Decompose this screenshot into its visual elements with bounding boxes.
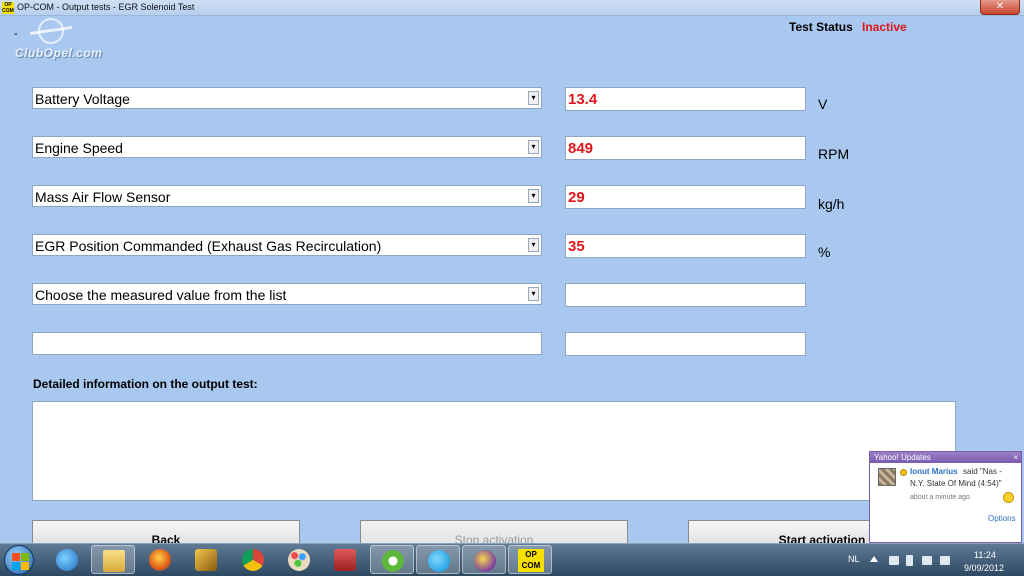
measurement-unit-3: kg/h	[818, 196, 845, 212]
measurement-select-3[interactable]: Mass Air Flow Sensor ▾	[32, 185, 542, 207]
opcom-icon[interactable]: OP COM	[508, 545, 552, 574]
start-quad-icon	[21, 562, 29, 570]
measurement-select-2[interactable]: Engine Speed ▾	[32, 136, 542, 158]
skype-icon[interactable]	[416, 545, 460, 574]
measurement-value-4-text: 35	[568, 238, 585, 255]
measurement-select-1-label: Battery Voltage	[35, 91, 130, 107]
yahoo-popup-header: Yahoo! Updates ×	[870, 452, 1021, 463]
measurement-value-2-text: 849	[568, 140, 594, 157]
yahoo-messenger-logo-icon	[474, 550, 496, 572]
show-hidden-icons-icon[interactable]	[870, 556, 878, 562]
utorrent-logo-icon	[382, 550, 404, 572]
measurement-select-4[interactable]: EGR Position Commanded (Exhaust Gas Reci…	[32, 234, 542, 256]
windows-start-icon[interactable]	[4, 545, 34, 575]
popup-said-text: said "Nas -	[963, 467, 1002, 476]
clock-date[interactable]: 9/09/2012	[964, 563, 1004, 573]
empty-value-field	[565, 332, 806, 356]
dropdown-arrow-icon[interactable]: ▾	[528, 140, 539, 154]
start-quad-icon	[21, 553, 29, 561]
measurement-unit-4: %	[818, 244, 831, 260]
measurement-unit-2: RPM	[818, 146, 850, 162]
measurement-unit-1: V	[818, 96, 828, 112]
clock-time[interactable]: 11:24	[974, 550, 996, 560]
detail-info-area[interactable]	[32, 401, 956, 501]
online-status-icon	[900, 469, 907, 476]
utorrent-icon[interactable]	[370, 545, 414, 574]
chrome-icon[interactable]	[231, 545, 275, 574]
flag-icon[interactable]	[889, 556, 899, 565]
dropdown-arrow-icon[interactable]: ▾	[528, 91, 539, 105]
start-quad-icon	[12, 562, 20, 570]
opcom-taskbar-badge: OP COM	[518, 549, 544, 572]
measurement-select-5-label: Choose the measured value from the list	[35, 287, 287, 303]
measurement-select-1[interactable]: Battery Voltage ▾	[32, 87, 542, 109]
chrome-logo-icon	[242, 549, 264, 571]
media-logo-icon	[334, 549, 356, 571]
measurement-value-2: 849	[565, 136, 806, 160]
internet-explorer-icon[interactable]	[45, 545, 89, 574]
battery-icon[interactable]	[906, 555, 913, 566]
avatar	[878, 468, 896, 486]
test-status-value: Inactive	[862, 20, 907, 34]
measurement-value-4: 35	[565, 234, 806, 258]
folder-icon	[103, 550, 125, 572]
logo-dash: -	[14, 28, 18, 40]
winamp-logo-icon	[195, 549, 217, 571]
firefox-icon[interactable]	[138, 545, 182, 574]
measurement-value-1: 13.4	[565, 87, 806, 111]
popup-close-icon[interactable]: ×	[1013, 452, 1018, 463]
title-bar: OP COM OP-COM - Output tests - EGR Solen…	[0, 0, 1024, 16]
volume-icon[interactable]	[940, 556, 950, 565]
dropdown-arrow-icon[interactable]: ▾	[528, 238, 539, 252]
detail-label: Detailed information on the output test:	[33, 377, 258, 391]
popup-options-link[interactable]: Options	[988, 514, 1016, 523]
yahoo-messenger-icon[interactable]	[462, 545, 506, 574]
measurement-value-1-text: 13.4	[568, 91, 598, 108]
winamp-icon[interactable]	[184, 545, 228, 574]
dropdown-arrow-icon[interactable]: ▾	[528, 189, 539, 203]
measurement-select-4-label: EGR Position Commanded (Exhaust Gas Reci…	[35, 238, 382, 254]
network-icon[interactable]	[922, 556, 932, 565]
dropdown-arrow-icon[interactable]: ▾	[528, 287, 539, 301]
opcom-app-icon: OP COM	[2, 2, 14, 14]
measurement-value-3-text: 29	[568, 189, 585, 206]
measurement-select-2-label: Engine Speed	[35, 140, 123, 156]
measurement-value-3: 29	[565, 185, 806, 209]
popup-user-name[interactable]: Ionut Marius	[910, 467, 958, 476]
test-status-label: Test Status	[789, 20, 853, 34]
paint-icon[interactable]	[277, 545, 321, 574]
media-icon[interactable]	[323, 545, 367, 574]
file-explorer-icon[interactable]	[91, 545, 135, 574]
clubopel-logo: ClubOpel.com	[15, 46, 103, 60]
empty-text-field[interactable]	[32, 332, 542, 355]
popup-song-text: N.Y. State Of Mind (4:54)"	[910, 479, 1002, 488]
measurement-select-5[interactable]: Choose the measured value from the list …	[32, 283, 542, 305]
firefox-logo-icon	[149, 549, 171, 571]
measurement-select-3-label: Mass Air Flow Sensor	[35, 189, 171, 205]
popup-timestamp: about a minute ago	[910, 494, 970, 501]
skype-logo-icon	[428, 550, 450, 572]
language-indicator[interactable]: NL	[848, 554, 860, 564]
yahoo-popup-title: Yahoo! Updates	[874, 453, 931, 462]
ie-logo-icon	[56, 549, 78, 571]
yahoo-updates-popup[interactable]: Yahoo! Updates × Ionut Marius said "Nas …	[869, 451, 1022, 543]
close-window-button[interactable]: ✕	[980, 0, 1020, 15]
window-title: OP-COM - Output tests - EGR Solenoid Tes…	[17, 2, 195, 12]
paint-palette-icon	[288, 549, 310, 571]
smiley-icon	[1003, 492, 1014, 503]
start-quad-icon	[12, 553, 20, 561]
measurement-value-5	[565, 283, 806, 307]
